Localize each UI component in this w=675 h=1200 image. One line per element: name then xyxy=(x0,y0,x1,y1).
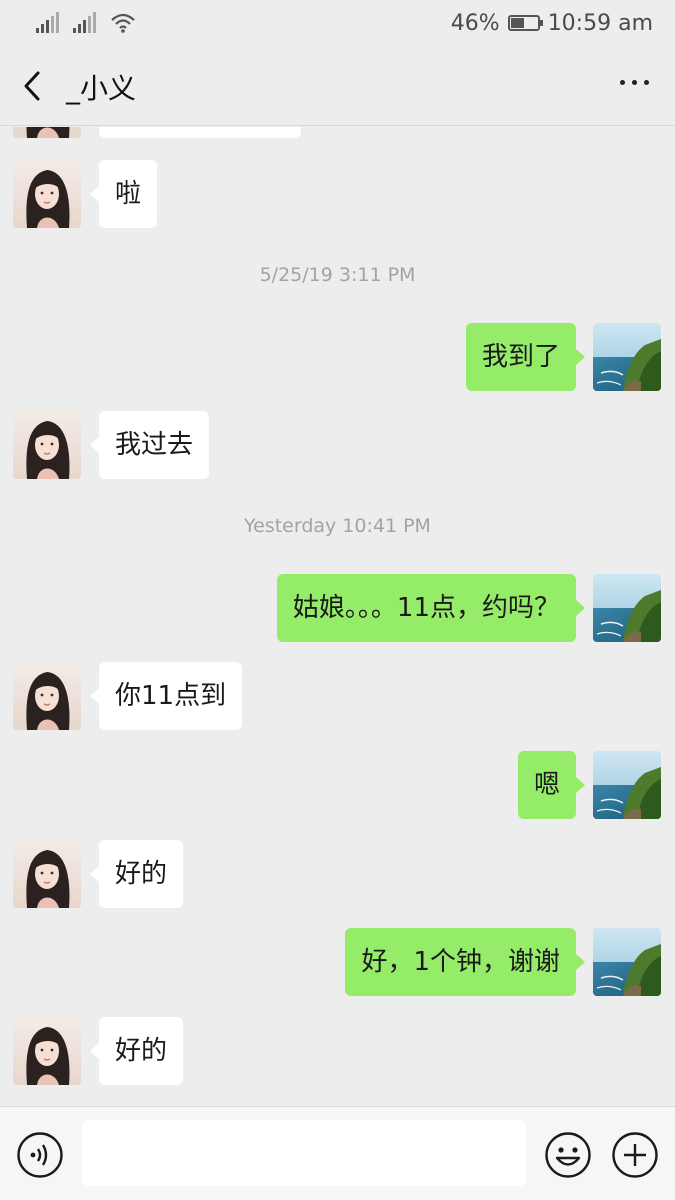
message-row: 你11点到 xyxy=(0,662,675,730)
battery-icon xyxy=(507,15,543,31)
incoming-message[interactable]: 好的 xyxy=(89,840,184,908)
message-row: 我到了 xyxy=(0,323,675,391)
chat-title: _小义 xyxy=(66,72,137,105)
message-row: 嗯 xyxy=(0,751,675,819)
message-row: 好，1个钟，谢谢 xyxy=(0,928,675,996)
emoji-icon[interactable] xyxy=(544,1131,592,1179)
message-row: 我过去 xyxy=(0,411,675,479)
contact-avatar[interactable] xyxy=(13,160,81,228)
incoming-message[interactable] xyxy=(99,127,301,138)
signal-icon-2 xyxy=(73,12,96,33)
contact-avatar[interactable] xyxy=(13,840,81,908)
outgoing-message[interactable]: 嗯 xyxy=(517,751,586,819)
message-list[interactable]: 啦 5/25/19 3:11 PM 我到了 我过去 Yesterday 10:4… xyxy=(0,127,675,1105)
contact-avatar[interactable] xyxy=(13,1017,81,1085)
contact-avatar[interactable] xyxy=(13,127,81,138)
contact-avatar[interactable] xyxy=(13,662,81,730)
chat-header: _小义 xyxy=(0,46,675,126)
contact-avatar[interactable] xyxy=(13,411,81,479)
incoming-message[interactable]: 我过去 xyxy=(89,411,210,479)
incoming-message[interactable]: 你11点到 xyxy=(89,662,243,730)
add-more-icon[interactable] xyxy=(611,1131,659,1179)
status-bar: 46% 10:59 am xyxy=(0,0,675,46)
more-options-icon[interactable] xyxy=(620,80,649,85)
message-row: 好的 xyxy=(0,1017,675,1085)
back-arrow-icon[interactable] xyxy=(18,68,48,104)
outgoing-message[interactable]: 我到了 xyxy=(465,323,586,391)
message-row: 姑娘。。。11点，约吗？ xyxy=(0,574,675,642)
message-input[interactable] xyxy=(82,1120,526,1186)
input-bar xyxy=(0,1106,675,1200)
message-timestamp: 5/25/19 3:11 PM xyxy=(259,264,416,286)
my-avatar[interactable] xyxy=(593,751,661,819)
message-row: 好的 xyxy=(0,840,675,908)
incoming-message[interactable]: 好的 xyxy=(89,1017,184,1085)
battery-percent: 46% xyxy=(450,10,500,36)
clock: 10:59 am xyxy=(547,10,653,36)
my-avatar[interactable] xyxy=(593,574,661,642)
my-avatar[interactable] xyxy=(593,928,661,996)
outgoing-message[interactable]: 好，1个钟，谢谢 xyxy=(345,928,585,996)
message-timestamp: Yesterday 10:41 PM xyxy=(244,515,431,537)
message-row xyxy=(0,127,675,138)
my-avatar[interactable] xyxy=(593,323,661,391)
incoming-message[interactable]: 啦 xyxy=(89,160,158,228)
wifi-icon xyxy=(111,13,135,33)
message-row: 啦 xyxy=(0,160,675,228)
signal-icon xyxy=(36,12,59,33)
outgoing-message[interactable]: 姑娘。。。11点，约吗？ xyxy=(276,574,586,642)
voice-input-icon[interactable] xyxy=(16,1131,64,1179)
